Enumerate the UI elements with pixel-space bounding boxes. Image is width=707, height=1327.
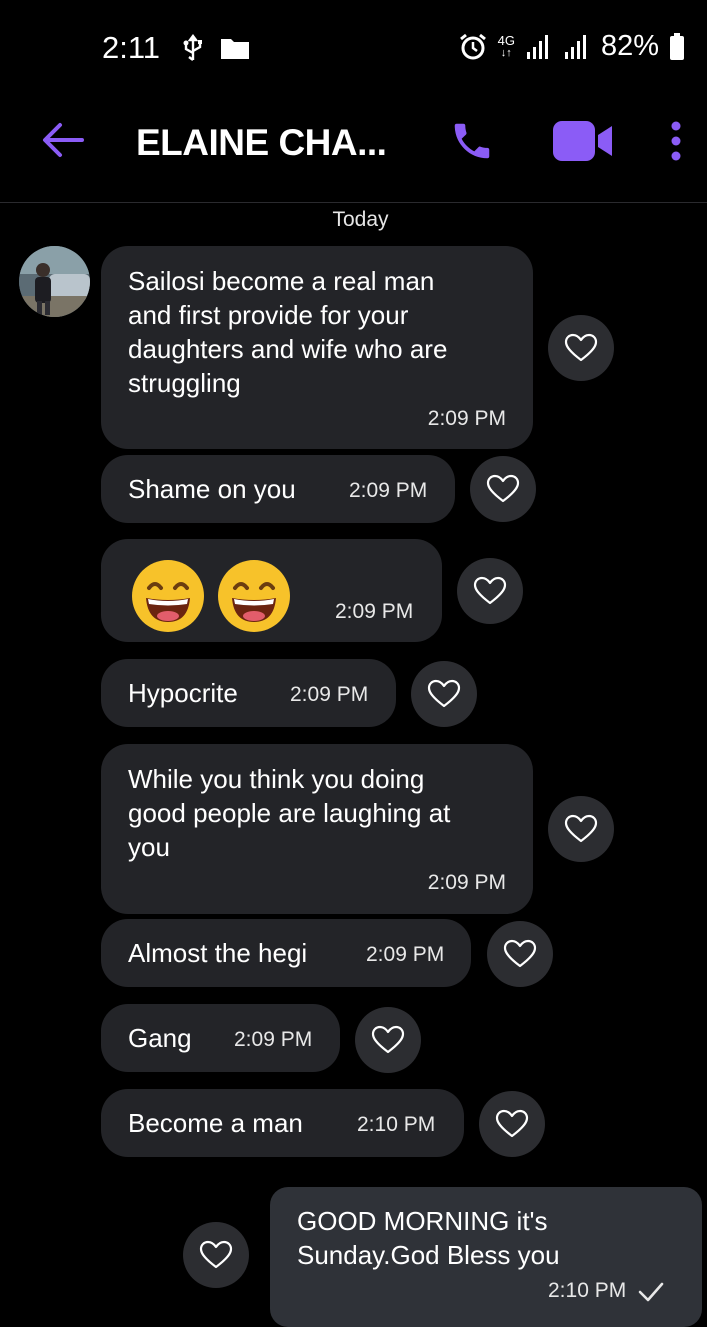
date-divider: Today xyxy=(332,208,389,231)
network-type: 4G ↓↑ xyxy=(498,34,515,60)
message-time: 2:09 PM xyxy=(427,871,506,894)
message-text: Almost the hegi xyxy=(128,938,308,968)
alarm-icon xyxy=(459,33,486,59)
message-text: Hypocrite xyxy=(128,678,238,708)
grinning-face-emoji xyxy=(218,560,290,632)
message-text: Sailosi become a real man and first prov… xyxy=(128,266,448,398)
message-text: GOOD MORNING it's Sunday.God Bless you xyxy=(297,1206,560,1270)
message-time: 2:10 PM xyxy=(357,1113,436,1136)
react-button[interactable] xyxy=(487,921,553,987)
react-button[interactable] xyxy=(183,1222,249,1288)
message-time: 2:09 PM xyxy=(427,407,506,430)
message-bubble[interactable]: Become a man 2:10 PM xyxy=(101,1089,464,1157)
check-icon xyxy=(638,1282,664,1302)
data-arrows-icon: ↓↑ xyxy=(500,46,512,59)
heart-outline-icon xyxy=(371,1025,405,1054)
react-button[interactable] xyxy=(457,558,523,624)
network-label: 4G xyxy=(497,32,515,48)
battery-percent: 82% xyxy=(600,30,659,62)
message-bubble[interactable]: Shame on you 2:09 PM xyxy=(101,455,455,523)
heart-outline-icon xyxy=(564,814,598,843)
message-time: 2:09 PM xyxy=(335,600,414,623)
heart-outline-icon xyxy=(199,1240,233,1269)
message-bubble[interactable]: Gang 2:09 PM xyxy=(101,1004,340,1072)
phone-icon[interactable] xyxy=(449,118,495,164)
message-time: 2:09 PM xyxy=(366,943,445,966)
status-time: 2:11 xyxy=(102,30,161,65)
heart-outline-icon xyxy=(427,679,461,708)
message-text: Shame on you xyxy=(128,474,296,504)
react-button[interactable] xyxy=(355,1007,421,1073)
message-bubble[interactable]: Sailosi become a real man and first prov… xyxy=(101,246,533,449)
message-bubble[interactable]: While you think you doing good people ar… xyxy=(101,744,533,914)
react-button[interactable] xyxy=(411,661,477,727)
signal-2-icon xyxy=(564,34,586,59)
react-button[interactable] xyxy=(548,315,614,381)
avatar[interactable] xyxy=(19,246,90,317)
message-bubble[interactable]: Hypocrite 2:09 PM xyxy=(101,659,396,727)
message-bubble[interactable]: Almost the hegi 2:09 PM xyxy=(101,919,471,987)
message-time: 2:09 PM xyxy=(290,683,369,706)
avatar-photo xyxy=(19,246,90,317)
heart-outline-icon xyxy=(486,474,520,503)
grinning-face-emoji xyxy=(132,560,204,632)
status-bar: 2:11 4G ↓↑ 82% xyxy=(0,0,707,95)
arrow-left-icon[interactable] xyxy=(42,122,84,158)
message-time: 2:10 PM xyxy=(548,1279,627,1302)
signal-1-icon xyxy=(526,34,548,59)
folder-icon xyxy=(221,39,249,59)
heart-outline-icon xyxy=(503,939,537,968)
message-text: While you think you doing good people ar… xyxy=(128,764,451,862)
battery-icon xyxy=(670,32,684,60)
react-button[interactable] xyxy=(548,796,614,862)
heart-outline-icon xyxy=(564,333,598,362)
video-camera-icon[interactable] xyxy=(552,120,614,162)
heart-outline-icon xyxy=(495,1109,529,1138)
message-text: Gang xyxy=(128,1023,192,1053)
message-text: Become a man xyxy=(128,1108,303,1138)
heart-outline-icon xyxy=(473,576,507,605)
outgoing-message-bubble[interactable]: GOOD MORNING it's Sunday.God Bless you 2… xyxy=(270,1187,702,1327)
contact-name[interactable]: ELAINE CHA... xyxy=(136,122,387,164)
react-button[interactable] xyxy=(479,1091,545,1157)
message-time: 2:09 PM xyxy=(234,1028,313,1051)
more-vertical-icon[interactable] xyxy=(666,120,686,162)
react-button[interactable] xyxy=(470,456,536,522)
message-bubble[interactable]: 2:09 PM xyxy=(101,539,442,642)
usb-icon xyxy=(183,34,202,61)
message-time: 2:09 PM xyxy=(349,479,428,502)
